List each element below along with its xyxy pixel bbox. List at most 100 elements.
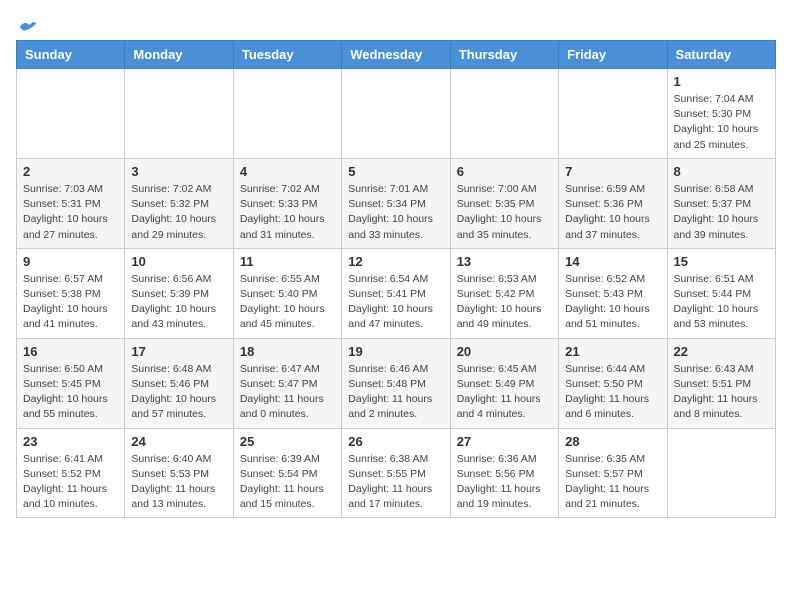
calendar-cell: 12 Sunrise: 6:54 AM Sunset: 5:41 PM Dayli… <box>342 248 450 338</box>
day-detail: Sunrise: 6:50 AM Sunset: 5:45 PM Dayligh… <box>23 362 118 423</box>
calendar-cell: 8 Sunrise: 6:58 AM Sunset: 5:37 PM Daylig… <box>667 158 775 248</box>
calendar-cell: 15 Sunrise: 6:51 AM Sunset: 5:44 PM Dayli… <box>667 248 775 338</box>
calendar-cell: 9 Sunrise: 6:57 AM Sunset: 5:38 PM Daylig… <box>17 248 125 338</box>
day-number: 19 <box>348 344 443 359</box>
day-detail: Sunrise: 7:02 AM Sunset: 5:33 PM Dayligh… <box>240 182 335 243</box>
day-detail: Sunrise: 6:36 AM Sunset: 5:56 PM Dayligh… <box>457 452 552 513</box>
day-number: 7 <box>565 164 660 179</box>
calendar-cell: 24 Sunrise: 6:40 AM Sunset: 5:53 PM Dayli… <box>125 428 233 518</box>
day-number: 27 <box>457 434 552 449</box>
logo-bird-icon <box>18 16 38 36</box>
calendar-week-row: 9 Sunrise: 6:57 AM Sunset: 5:38 PM Daylig… <box>17 248 776 338</box>
day-number: 24 <box>131 434 226 449</box>
day-number: 9 <box>23 254 118 269</box>
day-detail: Sunrise: 6:53 AM Sunset: 5:42 PM Dayligh… <box>457 272 552 333</box>
calendar-cell <box>17 69 125 159</box>
calendar-cell <box>125 69 233 159</box>
day-number: 25 <box>240 434 335 449</box>
calendar-week-row: 16Sunrise: 6:50 AM Sunset: 5:45 PM Dayli… <box>17 338 776 428</box>
column-header-thursday: Thursday <box>450 41 558 69</box>
calendar-cell: 26 Sunrise: 6:38 AM Sunset: 5:55 PM Dayli… <box>342 428 450 518</box>
calendar-cell <box>667 428 775 518</box>
day-detail: Sunrise: 6:54 AM Sunset: 5:41 PM Dayligh… <box>348 272 443 333</box>
column-header-tuesday: Tuesday <box>233 41 341 69</box>
calendar-cell: 13 Sunrise: 6:53 AM Sunset: 5:42 PM Dayli… <box>450 248 558 338</box>
day-detail: Sunrise: 6:41 AM Sunset: 5:52 PM Dayligh… <box>23 452 118 513</box>
day-detail: Sunrise: 6:43 AM Sunset: 5:51 PM Dayligh… <box>674 362 769 423</box>
calendar-table: SundayMondayTuesdayWednesdayThursdayFrid… <box>16 40 776 518</box>
day-detail: Sunrise: 7:02 AM Sunset: 5:32 PM Dayligh… <box>131 182 226 243</box>
column-header-monday: Monday <box>125 41 233 69</box>
column-header-sunday: Sunday <box>17 41 125 69</box>
day-number: 11 <box>240 254 335 269</box>
day-number: 20 <box>457 344 552 359</box>
calendar-cell: 21Sunrise: 6:44 AM Sunset: 5:50 PM Dayli… <box>559 338 667 428</box>
day-number: 14 <box>565 254 660 269</box>
calendar-cell: 14 Sunrise: 6:52 AM Sunset: 5:43 PM Dayli… <box>559 248 667 338</box>
day-number: 3 <box>131 164 226 179</box>
column-header-wednesday: Wednesday <box>342 41 450 69</box>
day-number: 22 <box>674 344 769 359</box>
day-detail: Sunrise: 6:39 AM Sunset: 5:54 PM Dayligh… <box>240 452 335 513</box>
day-number: 23 <box>23 434 118 449</box>
day-number: 28 <box>565 434 660 449</box>
day-detail: Sunrise: 7:00 AM Sunset: 5:35 PM Dayligh… <box>457 182 552 243</box>
page-header <box>16 16 776 32</box>
calendar-cell: 3 Sunrise: 7:02 AM Sunset: 5:32 PM Daylig… <box>125 158 233 248</box>
day-detail: Sunrise: 7:04 AM Sunset: 5:30 PM Dayligh… <box>674 92 769 153</box>
calendar-header-row: SundayMondayTuesdayWednesdayThursdayFrid… <box>17 41 776 69</box>
calendar-cell: 10 Sunrise: 6:56 AM Sunset: 5:39 PM Dayli… <box>125 248 233 338</box>
logo <box>16 16 38 32</box>
day-number: 4 <box>240 164 335 179</box>
calendar-cell <box>233 69 341 159</box>
calendar-cell <box>342 69 450 159</box>
calendar-week-row: 23 Sunrise: 6:41 AM Sunset: 5:52 PM Dayli… <box>17 428 776 518</box>
day-number: 17 <box>131 344 226 359</box>
day-detail: Sunrise: 6:44 AM Sunset: 5:50 PM Dayligh… <box>565 362 660 423</box>
day-detail: Sunrise: 6:48 AM Sunset: 5:46 PM Dayligh… <box>131 362 226 423</box>
calendar-cell <box>450 69 558 159</box>
calendar-cell: 7 Sunrise: 6:59 AM Sunset: 5:36 PM Daylig… <box>559 158 667 248</box>
calendar-cell: 2 Sunrise: 7:03 AM Sunset: 5:31 PM Daylig… <box>17 158 125 248</box>
column-header-saturday: Saturday <box>667 41 775 69</box>
day-detail: Sunrise: 6:46 AM Sunset: 5:48 PM Dayligh… <box>348 362 443 423</box>
day-number: 18 <box>240 344 335 359</box>
calendar-cell: 19 Sunrise: 6:46 AM Sunset: 5:48 PM Dayli… <box>342 338 450 428</box>
day-detail: Sunrise: 7:03 AM Sunset: 5:31 PM Dayligh… <box>23 182 118 243</box>
day-detail: Sunrise: 6:40 AM Sunset: 5:53 PM Dayligh… <box>131 452 226 513</box>
calendar-cell: 20 Sunrise: 6:45 AM Sunset: 5:49 PM Dayli… <box>450 338 558 428</box>
calendar-cell: 4 Sunrise: 7:02 AM Sunset: 5:33 PM Daylig… <box>233 158 341 248</box>
day-number: 12 <box>348 254 443 269</box>
day-detail: Sunrise: 6:45 AM Sunset: 5:49 PM Dayligh… <box>457 362 552 423</box>
day-detail: Sunrise: 6:56 AM Sunset: 5:39 PM Dayligh… <box>131 272 226 333</box>
day-number: 5 <box>348 164 443 179</box>
calendar-cell: 23 Sunrise: 6:41 AM Sunset: 5:52 PM Dayli… <box>17 428 125 518</box>
calendar-cell: 18Sunrise: 6:47 AM Sunset: 5:47 PM Dayli… <box>233 338 341 428</box>
calendar-cell: 5 Sunrise: 7:01 AM Sunset: 5:34 PM Daylig… <box>342 158 450 248</box>
calendar-cell <box>559 69 667 159</box>
day-number: 13 <box>457 254 552 269</box>
calendar-week-row: 1Sunrise: 7:04 AM Sunset: 5:30 PM Daylig… <box>17 69 776 159</box>
day-number: 15 <box>674 254 769 269</box>
day-detail: Sunrise: 6:55 AM Sunset: 5:40 PM Dayligh… <box>240 272 335 333</box>
day-detail: Sunrise: 6:38 AM Sunset: 5:55 PM Dayligh… <box>348 452 443 513</box>
day-number: 10 <box>131 254 226 269</box>
day-detail: Sunrise: 6:51 AM Sunset: 5:44 PM Dayligh… <box>674 272 769 333</box>
calendar-cell: 11 Sunrise: 6:55 AM Sunset: 5:40 PM Dayli… <box>233 248 341 338</box>
day-detail: Sunrise: 7:01 AM Sunset: 5:34 PM Dayligh… <box>348 182 443 243</box>
calendar-cell: 25 Sunrise: 6:39 AM Sunset: 5:54 PM Dayli… <box>233 428 341 518</box>
day-detail: Sunrise: 6:52 AM Sunset: 5:43 PM Dayligh… <box>565 272 660 333</box>
day-detail: Sunrise: 6:35 AM Sunset: 5:57 PM Dayligh… <box>565 452 660 513</box>
day-number: 6 <box>457 164 552 179</box>
day-detail: Sunrise: 6:58 AM Sunset: 5:37 PM Dayligh… <box>674 182 769 243</box>
day-detail: Sunrise: 6:57 AM Sunset: 5:38 PM Dayligh… <box>23 272 118 333</box>
column-header-friday: Friday <box>559 41 667 69</box>
day-detail: Sunrise: 6:59 AM Sunset: 5:36 PM Dayligh… <box>565 182 660 243</box>
calendar-cell: 6 Sunrise: 7:00 AM Sunset: 5:35 PM Daylig… <box>450 158 558 248</box>
day-number: 2 <box>23 164 118 179</box>
calendar-cell: 1Sunrise: 7:04 AM Sunset: 5:30 PM Daylig… <box>667 69 775 159</box>
calendar-week-row: 2 Sunrise: 7:03 AM Sunset: 5:31 PM Daylig… <box>17 158 776 248</box>
day-number: 26 <box>348 434 443 449</box>
calendar-cell: 16Sunrise: 6:50 AM Sunset: 5:45 PM Dayli… <box>17 338 125 428</box>
day-number: 8 <box>674 164 769 179</box>
